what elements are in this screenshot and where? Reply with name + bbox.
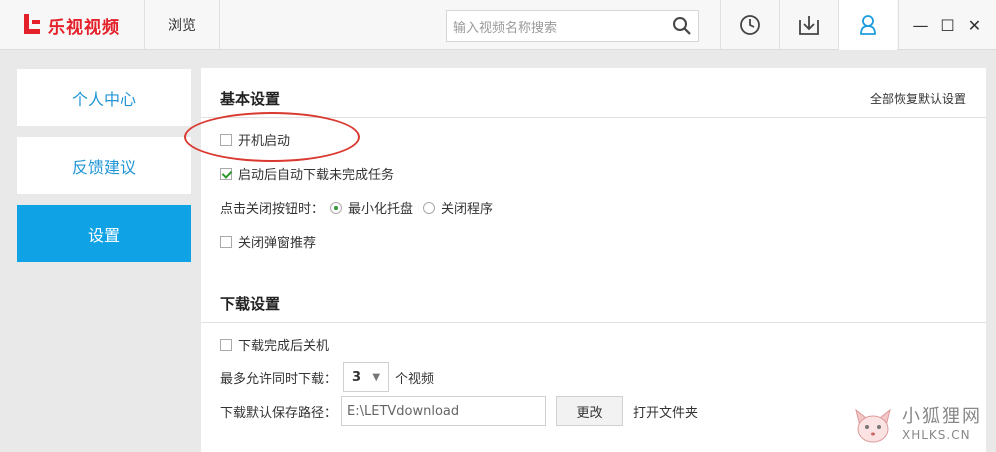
save-path-label: 下载默认保存路径：	[220, 405, 338, 421]
close-program-label[interactable]: 关闭程序	[441, 198, 493, 217]
close-program-radio[interactable]	[423, 201, 436, 214]
letv-logo-icon	[22, 14, 42, 36]
max-downloads-value: 3	[352, 369, 362, 385]
history-button[interactable]	[720, 0, 779, 50]
watermark: 小狐狸网 XHLKS.CN	[852, 400, 996, 452]
popup-recommend-label: 关闭弹窗推荐	[238, 236, 317, 251]
close-icon[interactable]: ✕	[965, 16, 985, 35]
download-manager-button[interactable]	[779, 0, 838, 50]
popup-recommend-option[interactable]: 关闭弹窗推荐	[220, 232, 316, 251]
close-action-label: 点击关闭按钮时：	[220, 202, 325, 217]
sidebar-item-settings[interactable]: 设置	[17, 205, 191, 262]
user-button[interactable]	[838, 0, 897, 50]
basic-settings-title: 基本设置	[220, 90, 281, 108]
window-controls: — ☐ ✕	[898, 0, 996, 50]
minimize-tray-label[interactable]: 最小化托盘	[348, 198, 413, 217]
maximize-icon[interactable]: ☐	[938, 16, 958, 35]
startup-checkbox[interactable]	[220, 133, 232, 146]
max-downloads-unit: 个视频	[395, 371, 435, 387]
popup-recommend-checkbox[interactable]	[220, 235, 232, 248]
resume-download-label: 启动后自动下载未完成任务	[238, 168, 395, 183]
startup-option[interactable]: 开机启动	[220, 130, 290, 149]
shutdown-label: 下载完成后关机	[238, 339, 330, 354]
sidebar-item-feedback[interactable]: 反馈建议	[17, 137, 191, 194]
max-downloads-label: 最多允许同时下载：	[220, 371, 338, 387]
chevron-down-icon: ▼	[372, 371, 381, 383]
app-title: 乐视视频	[48, 17, 120, 38]
resume-download-option[interactable]: 启动后自动下载未完成任务	[220, 164, 394, 183]
divider	[201, 322, 986, 323]
max-downloads-row: 最多允许同时下载： 3 ▼ 个视频	[220, 362, 434, 392]
shutdown-checkbox[interactable]	[220, 338, 232, 351]
change-path-button[interactable]: 更改	[556, 396, 624, 426]
divider	[201, 117, 986, 118]
title-bar: 乐视视频 浏览 输入视频名称搜索 — ☐ ✕	[0, 0, 996, 50]
user-icon	[860, 15, 876, 35]
minimize-icon[interactable]: —	[911, 16, 931, 35]
shutdown-option[interactable]: 下载完成后关机	[220, 335, 329, 354]
save-path-row: 下载默认保存路径： E:\LETVdownload 更改 打开文件夹	[220, 396, 698, 426]
close-action-row: 点击关闭按钮时： 最小化托盘 关闭程序	[220, 198, 493, 217]
watermark-url: XHLKS.CN	[902, 428, 971, 442]
startup-label: 开机启动	[238, 134, 291, 149]
download-settings-title: 下载设置	[220, 295, 281, 313]
open-folder-link[interactable]: 打开文件夹	[633, 402, 698, 421]
save-path-field[interactable]: E:\LETVdownload	[341, 396, 547, 426]
fox-logo-icon	[852, 406, 894, 446]
restore-defaults-link[interactable]: 全部恢复默认设置	[870, 90, 966, 107]
app-logo[interactable]: 乐视视频	[0, 0, 145, 50]
resume-download-checkbox[interactable]	[220, 167, 232, 180]
browse-tab[interactable]: 浏览	[145, 0, 220, 50]
history-icon	[740, 15, 760, 35]
download-icon	[799, 16, 819, 35]
search-input[interactable]: 输入视频名称搜索	[447, 17, 666, 36]
max-downloads-select[interactable]: 3 ▼	[343, 362, 390, 392]
watermark-title: 小狐狸网	[902, 406, 982, 427]
search-box[interactable]: 输入视频名称搜索	[446, 10, 699, 42]
search-icon[interactable]	[666, 11, 698, 41]
minimize-tray-radio[interactable]	[330, 201, 343, 214]
settings-panel: 基本设置 全部恢复默认设置 开机启动 启动后自动下载未完成任务 点击关闭按钮时：…	[201, 68, 986, 452]
sidebar-item-personal-center[interactable]: 个人中心	[17, 69, 191, 126]
